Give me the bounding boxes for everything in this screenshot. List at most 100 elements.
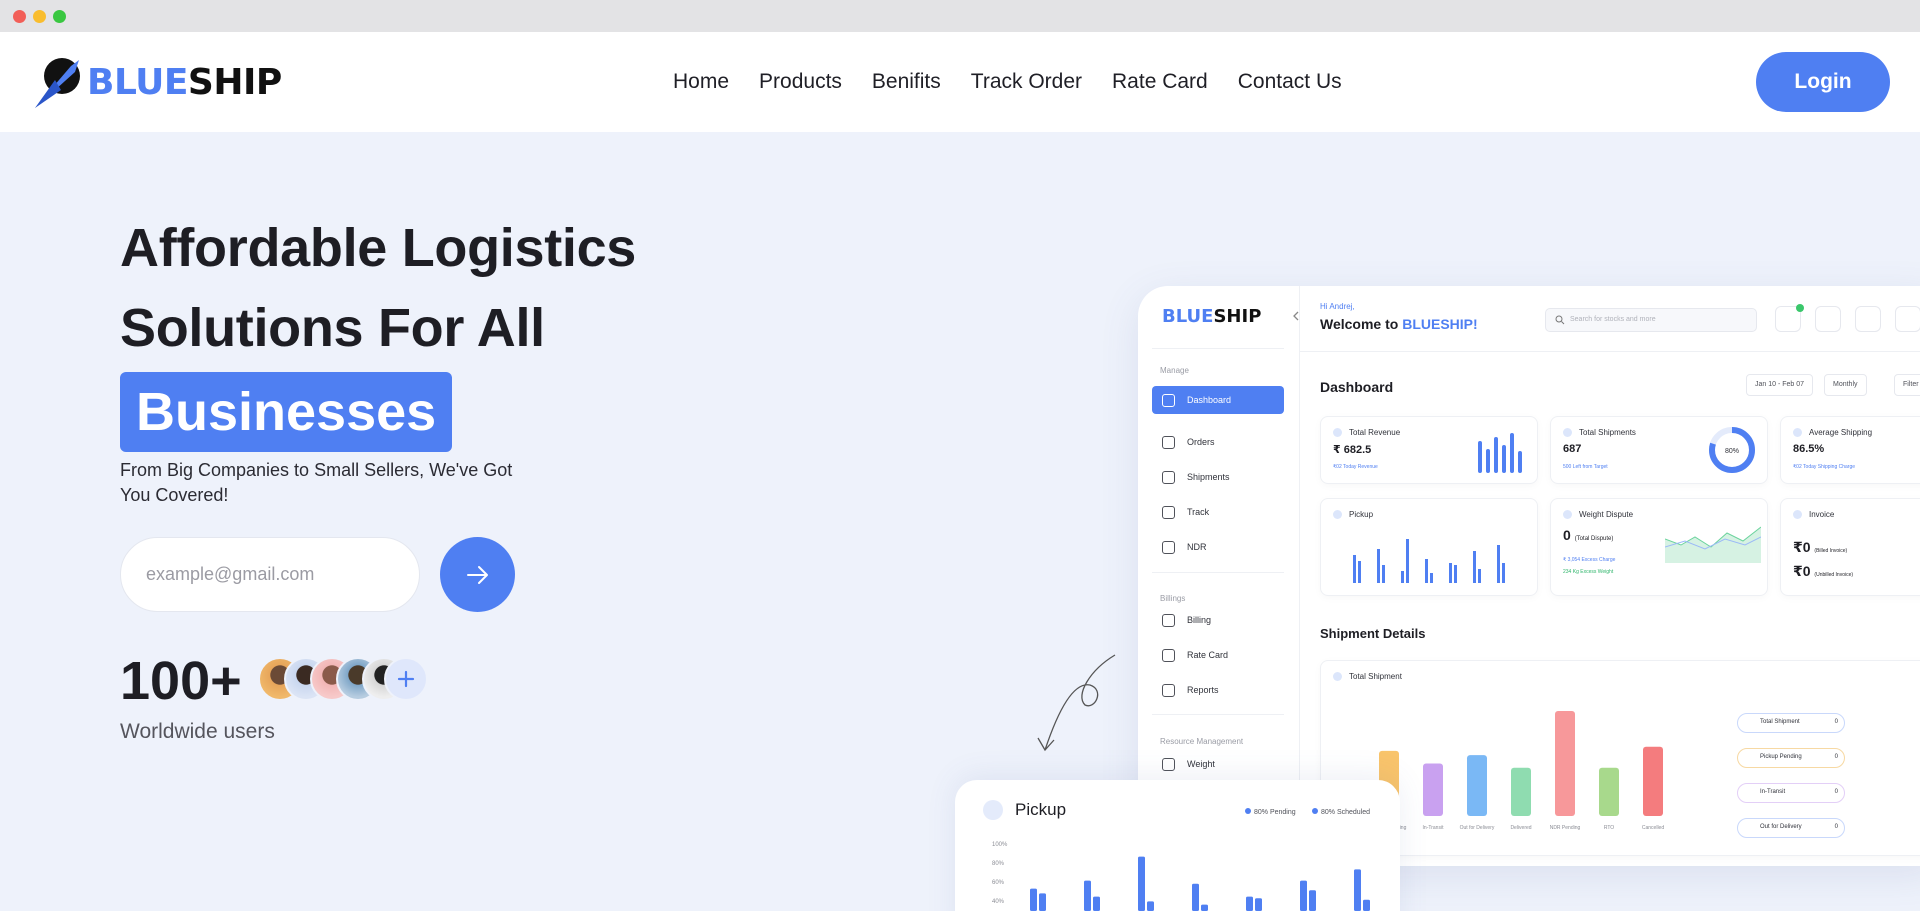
users-label: Worldwide users — [120, 720, 275, 743]
pending-bar — [1138, 856, 1145, 911]
sidebar-item-label: Weight — [1187, 759, 1215, 769]
pending-bar — [1084, 880, 1091, 911]
card-subtext: ₹02 Today Shipping Charge — [1793, 464, 1856, 470]
shipment-bar — [1423, 763, 1443, 816]
average-shipping-card: Average Shipping 86.5% ₹02 Today Shippin… — [1780, 416, 1920, 484]
login-button[interactable]: Login — [1756, 52, 1890, 112]
dashboard-logo: BLUESHIP — [1162, 306, 1262, 327]
card-value: 687 — [1563, 443, 1582, 455]
bolt-icon[interactable] — [1815, 306, 1841, 332]
sidebar-divider — [1152, 714, 1284, 715]
total-shipments-card: Total Shipments 687 500 Left from Target… — [1550, 416, 1768, 484]
shipment-bar — [1511, 767, 1531, 816]
nav-contact-us[interactable]: Contact Us — [1238, 70, 1342, 94]
pickup-icon — [1333, 510, 1342, 519]
plus-icon — [397, 670, 415, 688]
excess-weight: 234 Kg Excess Weight — [1563, 569, 1614, 575]
hero-highlight: Businesses — [120, 372, 453, 452]
scheduled-bar — [1201, 904, 1208, 911]
nav-benefits[interactable]: Benifits — [872, 70, 941, 94]
section-label-manage: Manage — [1160, 366, 1189, 375]
blueship-logo[interactable]: BLUESHIP — [33, 52, 293, 112]
collapse-chevron-icon[interactable] — [1292, 311, 1300, 321]
nav-track-order[interactable]: Track Order — [971, 70, 1082, 94]
revenue-icon — [1333, 428, 1342, 437]
sidebar-item-orders[interactable]: Orders — [1152, 428, 1284, 456]
card-value: 86.5% — [1793, 443, 1825, 455]
y-tick: 60% — [992, 880, 1005, 886]
arrow-right-icon — [466, 565, 488, 584]
legend-pickup-pending: Pickup Pending 0 — [1737, 748, 1845, 768]
sidebar-item-track[interactable]: Track — [1152, 498, 1284, 526]
shipment-details-title: Shipment Details — [1320, 626, 1426, 641]
hero-subtitle: From Big Companies to Small Sellers, We'… — [120, 460, 513, 505]
sidebar-item-weight[interactable]: Weight — [1152, 750, 1284, 778]
minimize-window-icon[interactable] — [33, 10, 46, 23]
nav-products[interactable]: Products — [759, 70, 842, 94]
nav-rate-card[interactable]: Rate Card — [1112, 70, 1208, 94]
card-title: Invoice — [1809, 510, 1835, 519]
pickup-bar-chart — [1030, 856, 1370, 911]
card-icon[interactable] — [1855, 306, 1881, 332]
shipping-icon — [1793, 428, 1802, 437]
pending-bar — [1192, 883, 1199, 911]
pending-bar — [1300, 880, 1307, 911]
legend-in-transit: In-Transit 0 — [1737, 783, 1845, 803]
rupee-icon — [1162, 648, 1175, 662]
y-tick: 100% — [992, 842, 1008, 848]
pickup-icon — [983, 800, 1003, 820]
hero-heading-line1: Affordable Logistics — [120, 218, 637, 278]
sidebar-divider — [1152, 348, 1284, 349]
pickup-mini-bars — [1353, 539, 1505, 583]
sidebar-item-label: Dashboard — [1187, 395, 1232, 405]
bar-label: In-Transit — [1423, 825, 1445, 831]
bar-label: Delivered — [1510, 825, 1531, 831]
shipment-bar — [1555, 711, 1575, 816]
dashboard-title: Dashboard — [1320, 379, 1394, 395]
sidebar-item-dashboard[interactable]: Dashboard — [1152, 386, 1284, 414]
scheduled-bar — [1363, 899, 1370, 911]
period-select[interactable]: Monthly — [1824, 374, 1867, 396]
wallet-icon[interactable] — [1895, 306, 1920, 332]
shipments-icon — [1563, 428, 1572, 437]
scheduled-bar — [1093, 896, 1100, 911]
sidebar-item-label: Reports — [1187, 685, 1219, 695]
email-input[interactable] — [120, 537, 420, 612]
grid-icon — [1162, 393, 1175, 407]
bar-label: RTO — [1604, 825, 1614, 831]
total-shipment-card: Total Shipment Pickup PendingIn-TransitO… — [1320, 660, 1920, 856]
sidebar-item-shipments[interactable]: Shipments — [1152, 463, 1284, 491]
pending-bar — [1354, 869, 1361, 911]
invoice-card: Invoice ₹0 (Billed Invoice) ₹0 (Unbilled… — [1780, 498, 1920, 596]
maximize-window-icon[interactable] — [53, 10, 66, 23]
filter-button[interactable]: Filter — [1894, 374, 1920, 396]
curly-arrow-icon — [1037, 654, 1116, 752]
scheduled-bar — [1147, 901, 1154, 911]
scheduled-bar — [1255, 898, 1262, 911]
excess-charge: ₹ 3,054 Excess Charge — [1563, 557, 1616, 563]
ndr-icon — [1162, 540, 1175, 554]
date-range-picker[interactable]: Jan 10 - Feb 07 — [1746, 374, 1814, 396]
y-tick: 40% — [992, 899, 1005, 905]
hero-heading-line2: Solutions For All — [120, 298, 545, 358]
section-label-resource: Resource Management — [1160, 737, 1244, 746]
close-window-icon[interactable] — [13, 10, 26, 23]
total-revenue-card: Total Revenue ₹ 682.5 ₹02 Today Revenue — [1320, 416, 1538, 484]
y-tick: 80% — [992, 861, 1005, 867]
sidebar-item-rate-card[interactable]: Rate Card — [1152, 641, 1284, 669]
weight-dispute-card: Weight Dispute 0 (Total Dispute) ₹ 3,054… — [1550, 498, 1768, 596]
legend-total-shipment: Total Shipment 0 — [1737, 713, 1845, 733]
dashboard-search-input[interactable]: Search for stocks and more — [1545, 308, 1757, 332]
sidebar-item-ndr[interactable]: NDR — [1152, 533, 1284, 561]
submit-email-button[interactable] — [440, 537, 515, 612]
sidebar-item-label: Orders — [1187, 437, 1215, 447]
more-users-button[interactable] — [384, 657, 428, 701]
search-icon — [1555, 315, 1565, 325]
logo-wordmark: BLUESHIP — [87, 62, 282, 103]
sidebar-item-reports[interactable]: Reports — [1152, 676, 1284, 704]
card-title: Average Shipping — [1809, 428, 1873, 437]
sidebar-item-billing[interactable]: Billing — [1152, 606, 1284, 634]
card-title: Total Shipments — [1579, 428, 1636, 437]
nav-home[interactable]: Home — [673, 70, 729, 94]
legend-scheduled: 80% Scheduled — [1312, 808, 1370, 816]
